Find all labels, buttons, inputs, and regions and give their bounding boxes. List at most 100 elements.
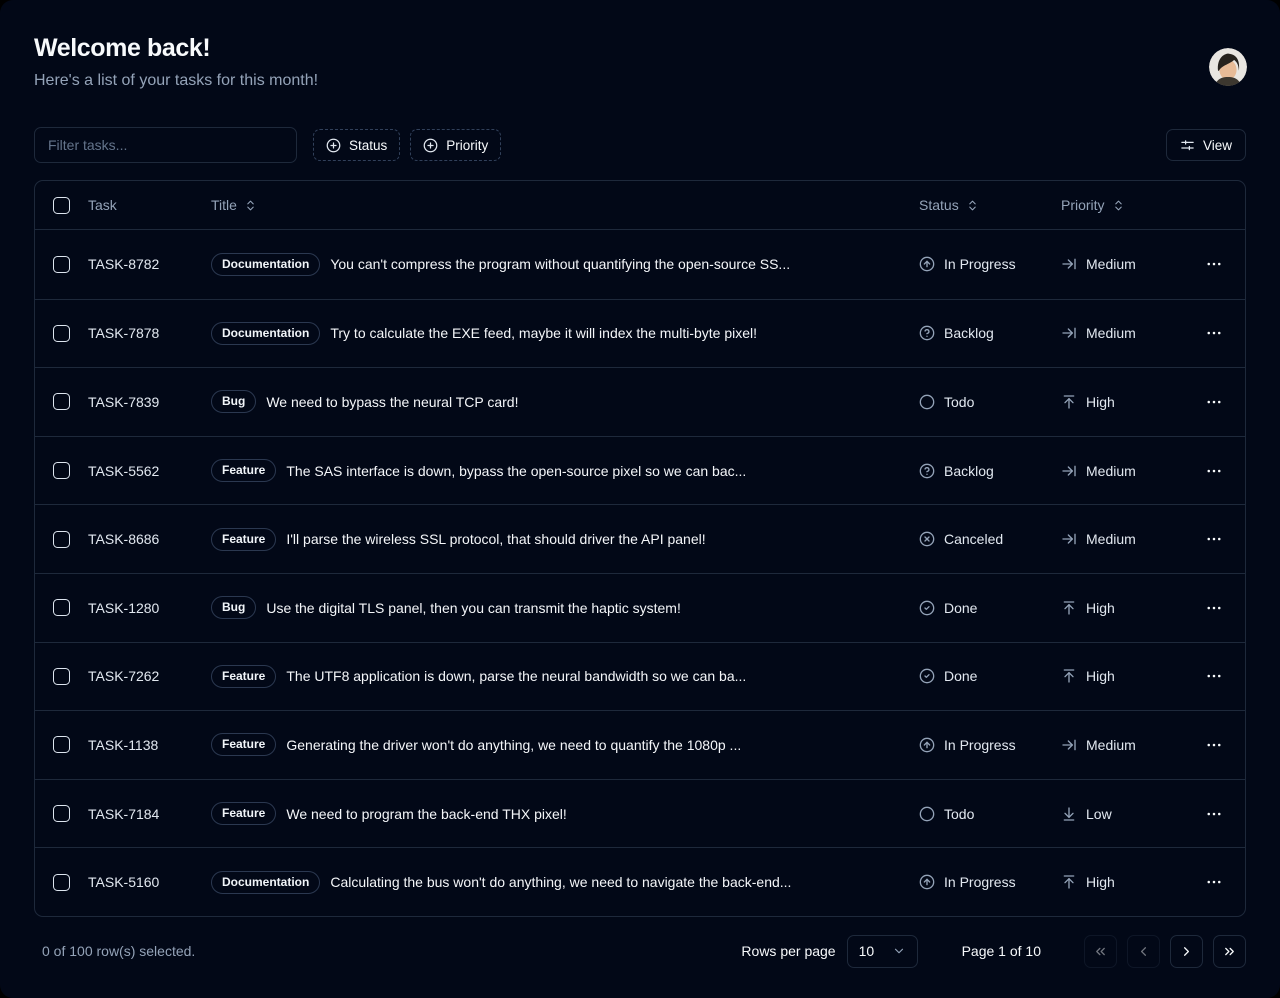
row-actions-button[interactable] [1199,389,1229,415]
view-options-button[interactable]: View [1166,129,1246,161]
row-checkbox[interactable] [53,599,70,616]
row-cell-title: BugWe need to bypass the neural TCP card… [201,390,901,413]
row-checkbox[interactable] [53,668,70,685]
header-cell-checkbox [35,197,79,214]
actions-cell [1183,389,1245,415]
priority-sort-button[interactable]: Priority [1061,197,1125,213]
arrow-right-to-line-icon [1061,463,1077,479]
page-subtitle: Here's a list of your tasks for this mon… [34,71,1246,90]
task-id: TASK-1138 [79,737,201,753]
circle-arrow-up-icon [919,874,935,890]
row-checkbox[interactable] [53,736,70,753]
task-id: TASK-7839 [79,394,201,410]
row-checkbox[interactable] [53,531,70,548]
row-checkbox[interactable] [53,462,70,479]
row-actions-button[interactable] [1199,732,1229,758]
status-text: Backlog [944,463,994,479]
select-all-checkbox[interactable] [53,197,70,214]
last-page-button[interactable] [1213,935,1246,968]
row-actions-button[interactable] [1199,458,1229,484]
label-badge: Documentation [211,871,320,894]
row-checkbox[interactable] [53,325,70,342]
row-cell-title: FeatureGenerating the driver won't do an… [201,733,901,756]
row-checkbox[interactable] [53,256,70,273]
circle-arrow-up-icon [919,737,935,753]
row-checkbox[interactable] [53,874,70,891]
status-cell: In Progress [901,256,1051,272]
row-actions-button[interactable] [1199,595,1229,621]
status-sort-button[interactable]: Status [919,197,979,213]
ellipsis-icon [1205,324,1223,342]
table-row: TASK-7262FeatureThe UTF8 application is … [35,642,1245,711]
table-row: TASK-8686FeatureI'll parse the wireless … [35,504,1245,573]
task-id: TASK-7878 [79,325,201,341]
row-actions-button[interactable] [1199,251,1229,277]
arrow-up-to-line-icon [1061,394,1077,410]
row-cell-title: FeatureThe SAS interface is down, bypass… [201,459,901,482]
user-avatar[interactable] [1209,48,1247,86]
circle-check-icon [919,668,935,684]
priority-text: Low [1086,806,1112,822]
status-cell: Todo [901,806,1051,822]
circle-help-icon [919,463,935,479]
row-checkbox[interactable] [53,805,70,822]
row-cell-title: BugUse the digital TLS panel, then you c… [201,596,901,619]
task-title: The SAS interface is down, bypass the op… [286,463,746,479]
next-page-button[interactable] [1170,935,1203,968]
table-row: TASK-1138FeatureGenerating the driver wo… [35,710,1245,779]
task-id: TASK-7184 [79,806,201,822]
table-row: TASK-7839BugWe need to bypass the neural… [35,367,1245,436]
actions-cell [1183,663,1245,689]
row-actions-button[interactable] [1199,526,1229,552]
actions-cell [1183,801,1245,827]
first-page-button [1084,935,1117,968]
chevrons-up-down-icon [244,199,257,212]
task-id: TASK-8782 [79,256,201,272]
rows-per-page-value: 10 [859,943,875,959]
task-title: Calculating the bus won't do anything, w… [330,874,791,890]
selection-summary: 0 of 100 row(s) selected. [34,943,195,959]
filter-tasks-input[interactable] [34,127,297,163]
row-cell-checkbox [35,668,79,685]
priority-text: Medium [1086,256,1136,272]
chevrons-up-down-icon [1112,199,1125,212]
priority-cell: High [1051,874,1183,890]
chevron-down-icon [892,944,906,958]
circle-icon [919,806,935,822]
ellipsis-icon [1205,462,1223,480]
task-title: I'll parse the wireless SSL protocol, th… [286,531,705,547]
row-checkbox[interactable] [53,393,70,410]
priority-filter-button[interactable]: Priority [410,129,501,161]
circle-check-icon [919,600,935,616]
status-cell: Backlog [901,325,1051,341]
actions-cell [1183,458,1245,484]
status-filter-button[interactable]: Status [313,129,400,161]
pagination-controls: Rows per page 10 Page 1 of 10 [741,935,1246,968]
row-actions-button[interactable] [1199,801,1229,827]
arrow-right-to-line-icon [1061,325,1077,341]
table-row: TASK-7184 Feature We need to program the b… [35,779,1245,848]
task-title: We need to program the back-end THX pixe… [286,806,566,822]
pager-buttons [1084,935,1246,968]
row-cell-title: FeatureThe UTF8 application is down, par… [201,665,901,688]
task-id: TASK-8686 [79,531,201,547]
table-row: TASK-5562FeatureThe SAS interface is dow… [35,436,1245,505]
row-cell-checkbox [35,256,79,273]
row-actions-button[interactable] [1199,869,1229,895]
row-actions-button[interactable] [1199,320,1229,346]
task-id: TASK-5160 [79,874,201,890]
row-cell-checkbox [35,393,79,410]
status-text: Canceled [944,531,1003,547]
chevron-right-icon [1179,944,1194,959]
title-sort-button[interactable]: Title [211,197,257,213]
row-actions-button[interactable] [1199,663,1229,689]
rows-per-page-select[interactable]: 10 [847,935,918,968]
priority-text: Medium [1086,325,1136,341]
priority-cell: High [1051,600,1183,616]
circle-arrow-up-icon [919,256,935,272]
actions-cell [1183,869,1245,895]
table-toolbar: Status Priority View [34,127,1246,163]
label-badge: Feature [211,802,276,825]
status-text: Backlog [944,325,994,341]
status-cell: In Progress [901,874,1051,890]
